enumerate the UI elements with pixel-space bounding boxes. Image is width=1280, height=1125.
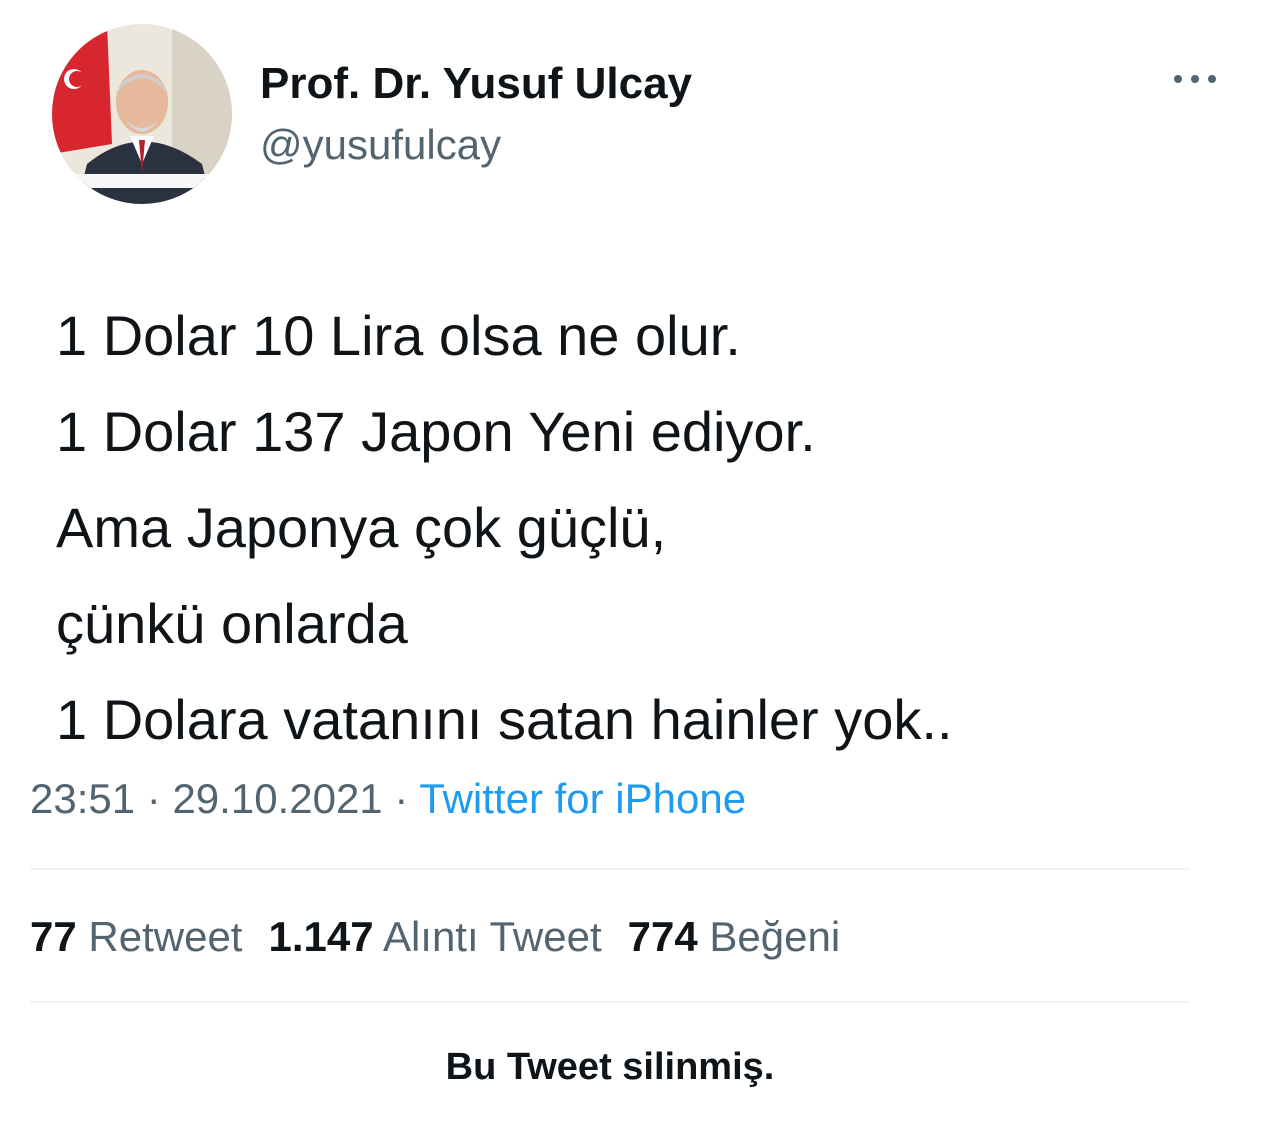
user-handle[interactable]: @yusufulcay	[260, 120, 501, 170]
display-name[interactable]: Prof. Dr. Yusuf Ulcay	[260, 58, 692, 110]
avatar-image	[52, 24, 232, 204]
tweet-text-line: Ama Japonya çok güçlü,	[56, 496, 667, 559]
likes-label: Beğeni	[709, 913, 841, 960]
tweet-text: 1 Dolar 10 Lira olsa ne olur. 1 Dolar 13…	[56, 288, 1246, 768]
likes-stat[interactable]: 774 Beğeni	[628, 910, 841, 964]
tweet-time[interactable]: 23:51	[30, 775, 135, 822]
quote-tweets-stat[interactable]: 1.147 Alıntı Tweet	[268, 910, 601, 964]
tweet-date[interactable]: 29.10.2021	[172, 775, 382, 822]
retweets-label: Retweet	[88, 913, 243, 960]
avatar[interactable]	[52, 24, 232, 204]
tweet-text-line: 1 Dolara vatanını satan hainler yok..	[56, 688, 953, 751]
meta-separator: ·	[394, 775, 409, 822]
quote-tweets-count: 1.147	[268, 913, 374, 960]
tweet-card: Prof. Dr. Yusuf Ulcay @yusufulcay 1 Dola…	[0, 0, 1280, 1125]
likes-count: 774	[627, 913, 698, 960]
tweet-text-line: 1 Dolar 137 Japon Yeni ediyor.	[56, 400, 816, 463]
divider	[30, 1001, 1190, 1003]
quote-tweets-label: Alıntı Tweet	[382, 913, 602, 960]
divider	[30, 868, 1190, 870]
tweet-text-line: 1 Dolar 10 Lira olsa ne olur.	[56, 304, 741, 367]
more-horizontal-icon	[1174, 75, 1216, 83]
meta-separator: ·	[146, 775, 161, 822]
retweets-count: 77	[30, 913, 77, 960]
tweet-stats: 77 Retweet 1.147 Alıntı Tweet 774 Beğeni	[30, 910, 866, 964]
retweets-stat[interactable]: 77 Retweet	[30, 910, 242, 964]
deleted-notice: Bu Tweet silinmiş.	[445, 1046, 775, 1088]
tweet-text-line: çünkü onlarda	[56, 592, 408, 655]
tweet-source-link[interactable]: Twitter for iPhone	[419, 775, 746, 822]
tweet-meta: 23:51 · 29.10.2021 · Twitter for iPhone	[30, 772, 746, 826]
more-options-button[interactable]	[1168, 64, 1222, 94]
